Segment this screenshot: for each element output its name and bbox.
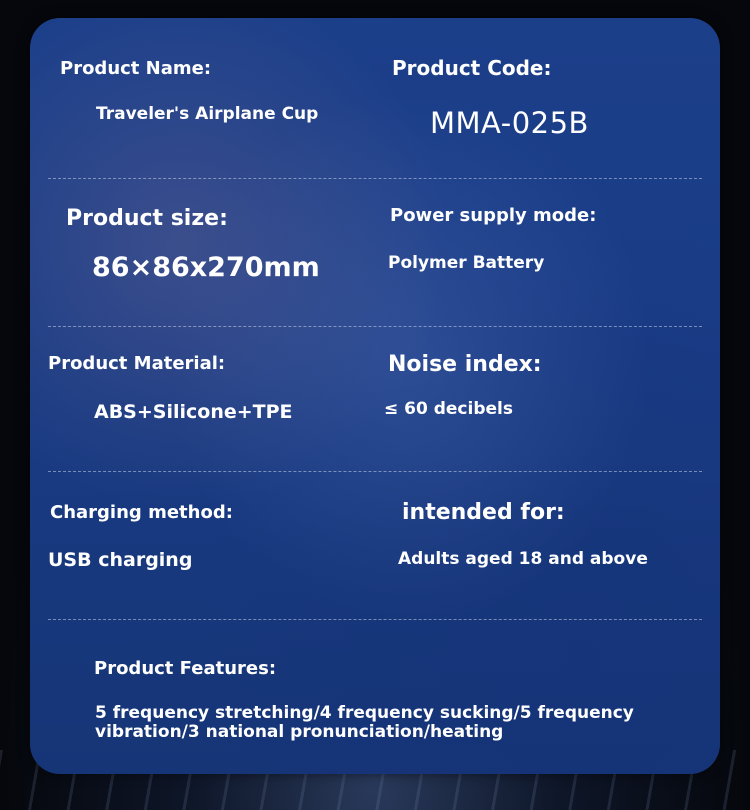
intended-for-label: intended for: <box>402 500 565 525</box>
power-supply-label: Power supply mode: <box>390 205 597 226</box>
product-size-label: Product size: <box>66 206 228 231</box>
noise-index-value: ≤ 60 decibels <box>384 399 513 419</box>
charging-method-label: Charging method: <box>50 502 233 523</box>
divider <box>48 471 702 472</box>
intended-for-value: Adults aged 18 and above <box>398 549 648 569</box>
product-features-value: 5 frequency stretching/4 frequency sucki… <box>95 703 634 742</box>
power-supply-value: Polymer Battery <box>388 253 545 273</box>
divider <box>48 326 702 327</box>
noise-index-label: Noise index: <box>388 352 542 377</box>
divider <box>48 178 702 179</box>
product-name-value: Traveler's Airplane Cup <box>96 104 319 124</box>
product-material-value: ABS+Silicone+TPE <box>94 401 293 423</box>
product-material-label: Product Material: <box>48 353 226 374</box>
product-features-label: Product Features: <box>94 658 277 679</box>
product-code-label: Product Code: <box>392 56 552 80</box>
product-code-value: MMA-025B <box>430 106 589 140</box>
divider <box>48 619 702 620</box>
spec-card: Product Name: Traveler's Airplane Cup Pr… <box>30 18 720 774</box>
charging-method-value: USB charging <box>48 549 193 571</box>
product-size-value: 86×86x270mm <box>92 252 320 283</box>
product-name-label: Product Name: <box>60 58 212 79</box>
